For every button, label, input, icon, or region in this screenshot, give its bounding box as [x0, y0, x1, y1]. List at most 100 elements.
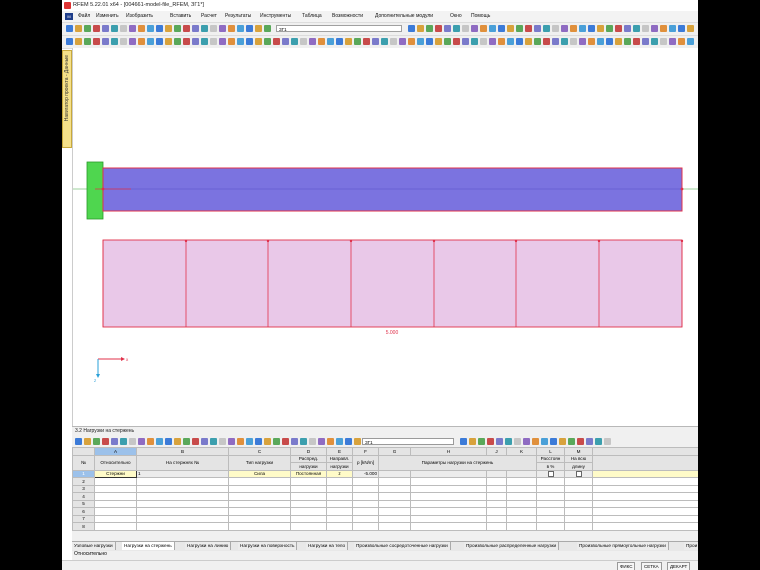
toolbar-tool-icon[interactable] — [588, 25, 595, 32]
table-toolbar-tool-icon[interactable] — [210, 438, 217, 445]
menu-addon-modules[interactable]: Дополнительные модули — [375, 13, 433, 19]
table-toolbar-tool-icon[interactable] — [147, 438, 154, 445]
toolbar-tool-icon[interactable] — [210, 38, 217, 45]
toolbar-tool-icon[interactable] — [408, 25, 415, 32]
row-number[interactable]: 2 — [72, 477, 95, 486]
status-grid-button[interactable]: СЕТКА — [641, 562, 662, 570]
col-letter-e[interactable]: E — [326, 447, 353, 456]
table-toolbar-tool-icon[interactable] — [318, 438, 325, 445]
toolbar-tool-icon[interactable] — [183, 25, 190, 32]
table-toolbar-tool-icon[interactable] — [228, 438, 235, 445]
toolbar-tool-icon[interactable] — [615, 38, 622, 45]
toolbar-tool-icon[interactable] — [192, 38, 199, 45]
toolbar-tool-icon[interactable] — [516, 25, 523, 32]
toolbar-tool-icon[interactable] — [93, 25, 100, 32]
toolbar-tool-icon[interactable] — [255, 25, 262, 32]
toolbar-tool-icon[interactable] — [363, 38, 370, 45]
toolbar-tool-icon[interactable] — [597, 25, 604, 32]
table-toolbar-tool-icon[interactable] — [514, 438, 521, 445]
table-toolbar-tool-icon[interactable] — [327, 438, 334, 445]
toolbar-tool-icon[interactable] — [588, 38, 595, 45]
table-toolbar-tool-icon[interactable] — [505, 438, 512, 445]
toolbar-tool-icon[interactable] — [246, 25, 253, 32]
cell-param-g[interactable] — [378, 469, 411, 478]
table-toolbar-tool-icon[interactable] — [219, 438, 226, 445]
toolbar-tool-icon[interactable] — [228, 38, 235, 45]
toolbar-tool-icon[interactable] — [174, 25, 181, 32]
toolbar-tool-icon[interactable] — [642, 38, 649, 45]
toolbar-tool-icon[interactable] — [561, 25, 568, 32]
col-letter-h[interactable]: H — [410, 447, 487, 456]
toolbar-tool-icon[interactable] — [408, 38, 415, 45]
menu-tools[interactable]: Инструменты — [260, 13, 291, 19]
node-2[interactable] — [680, 187, 684, 191]
col-letter-k[interactable]: K — [506, 447, 537, 456]
member-load-diagram[interactable] — [102, 239, 683, 328]
toolbar-tool-icon[interactable] — [651, 38, 658, 45]
toolbar-tool-icon[interactable] — [417, 38, 424, 45]
toolbar-tool-icon[interactable] — [381, 38, 388, 45]
toolbar-tool-icon[interactable] — [66, 25, 73, 32]
table-toolbar-tool-icon[interactable] — [156, 438, 163, 445]
cell-distribution[interactable]: Постоянная — [290, 469, 327, 478]
toolbar-tool-icon[interactable] — [534, 38, 541, 45]
status-snap-button[interactable]: ФИКС — [617, 562, 636, 570]
row-number[interactable]: 3 — [72, 484, 95, 493]
table-toolbar-tool-icon[interactable] — [255, 438, 262, 445]
toolbar-tool-icon[interactable] — [237, 38, 244, 45]
toolbar-tool-icon[interactable] — [102, 25, 109, 32]
distance-percent-checkbox[interactable] — [547, 470, 554, 477]
menu-table[interactable]: Таблица — [302, 13, 322, 19]
col-letter-f[interactable]: F — [352, 447, 379, 456]
toolbar-tool-icon[interactable] — [93, 38, 100, 45]
table-toolbar-tool-icon[interactable] — [183, 438, 190, 445]
menu-options[interactable]: Возможности — [332, 13, 363, 19]
table-toolbar-tool-icon[interactable] — [523, 438, 530, 445]
toolbar-tool-icon[interactable] — [147, 38, 154, 45]
toolbar-tool-icon[interactable] — [201, 38, 208, 45]
table-toolbar-tool-icon[interactable] — [496, 438, 503, 445]
cell-over-length[interactable] — [564, 469, 593, 478]
col-letter-b[interactable]: B — [136, 447, 229, 456]
toolbar-tool-icon[interactable] — [543, 25, 550, 32]
table-toolbar-tool-icon[interactable] — [300, 438, 307, 445]
toolbar-tool-icon[interactable] — [273, 38, 280, 45]
toolbar-tool-icon[interactable] — [669, 38, 676, 45]
toolbar-tool-icon[interactable] — [399, 38, 406, 45]
toolbar-tool-icon[interactable] — [417, 25, 424, 32]
table-toolbar-tool-icon[interactable] — [192, 438, 199, 445]
toolbar-tool-icon[interactable] — [264, 38, 271, 45]
cell-load-type[interactable]: Сила — [228, 469, 291, 478]
toolbar-tool-icon[interactable] — [111, 38, 118, 45]
toolbar-tool-icon[interactable] — [615, 25, 622, 32]
table-toolbar-tool-icon[interactable] — [75, 438, 82, 445]
table-toolbar-tool-icon[interactable] — [273, 438, 280, 445]
toolbar-tool-icon[interactable] — [282, 38, 289, 45]
table-row[interactable]: 4 — [72, 492, 698, 501]
table-row[interactable]: 6 — [72, 507, 698, 516]
toolbar-tool-icon[interactable] — [498, 25, 505, 32]
tab-solid-loads[interactable]: Нагрузки на тело — [306, 542, 349, 550]
cell-distance-percent[interactable] — [536, 469, 565, 478]
toolbar-tool-icon[interactable] — [435, 38, 442, 45]
table-toolbar-tool-icon[interactable] — [84, 438, 91, 445]
toolbar-tool-icon[interactable] — [507, 38, 514, 45]
table-toolbar-tool-icon[interactable] — [246, 438, 253, 445]
model-drawing[interactable]: 5.000 x z — [73, 48, 698, 426]
toolbar-tool-icon[interactable] — [75, 38, 82, 45]
toolbar-tool-icon[interactable] — [480, 38, 487, 45]
toolbar-tool-icon[interactable] — [354, 38, 361, 45]
table-row[interactable]: 8 — [72, 522, 698, 531]
table-row[interactable]: 3 — [72, 484, 698, 493]
toolbar-tool-icon[interactable] — [444, 25, 451, 32]
toolbar-tool-icon[interactable] — [264, 25, 271, 32]
col-letter-l[interactable]: L — [536, 447, 565, 456]
table-toolbar-tool-icon[interactable] — [460, 438, 467, 445]
table-toolbar-tool-icon[interactable] — [237, 438, 244, 445]
toolbar-tool-icon[interactable] — [606, 25, 613, 32]
toolbar-tool-icon[interactable] — [210, 25, 217, 32]
row-number[interactable]: 5 — [72, 499, 95, 508]
table-toolbar-tool-icon[interactable] — [102, 438, 109, 445]
load-case-combo[interactable]: ЗГ1 — [276, 25, 402, 32]
table-toolbar-tool-icon[interactable] — [532, 438, 539, 445]
